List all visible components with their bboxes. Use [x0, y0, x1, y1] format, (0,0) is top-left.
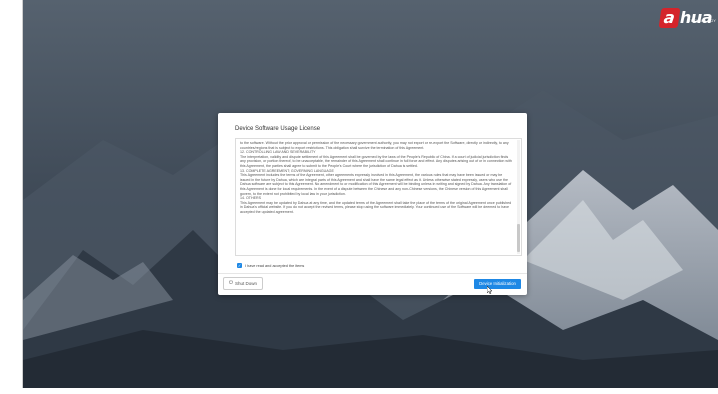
power-icon: ⏻: [229, 280, 233, 286]
license-paragraph: This Agreement includes the terms of the…: [240, 173, 512, 196]
license-text: to the software. Without the prior appro…: [240, 141, 513, 215]
left-panel-edge: [0, 0, 23, 394]
agree-checkbox[interactable]: ✓: [237, 263, 242, 268]
agree-row[interactable]: ✓ I have read and accepted the items: [237, 263, 304, 268]
license-paragraph: The interpretation, validity and dispute…: [240, 154, 512, 168]
shut-down-label: Shut Down: [234, 281, 257, 286]
logo-letter-badge: a: [658, 8, 681, 28]
dialog-divider: [218, 273, 527, 274]
bottom-edge: [0, 388, 718, 394]
device-initialization-button[interactable]: Device Initialization: [474, 279, 521, 289]
logo-subtitle: TECHNOLOGY: [688, 19, 716, 23]
license-dialog: Device Software Usage License to the sof…: [218, 113, 527, 295]
license-paragraph: This Agreement may be updated by Dahua a…: [240, 200, 512, 214]
agree-label: I have read and accepted the items: [245, 263, 305, 268]
license-scrollbar[interactable]: [517, 140, 520, 254]
logo-wordmark: hua: [679, 8, 713, 27]
shut-down-button[interactable]: ⏻ Shut Down: [223, 277, 263, 290]
mouse-cursor-icon: [487, 286, 493, 294]
checkmark-icon: ✓: [237, 263, 242, 268]
license-paragraph: to the software. Without the prior appro…: [240, 141, 509, 150]
dialog-title: Device Software Usage License: [235, 126, 321, 132]
scrollbar-thumb[interactable]: [517, 224, 520, 252]
license-text-box[interactable]: to the software. Without the prior appro…: [235, 138, 522, 256]
